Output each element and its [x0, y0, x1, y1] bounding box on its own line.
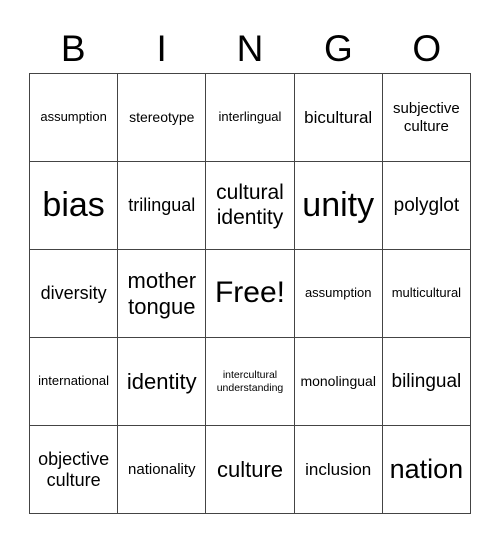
- bingo-cell[interactable]: objective culture: [30, 426, 119, 514]
- bingo-cell[interactable]: international: [30, 338, 119, 426]
- bingo-header: B I N G O: [29, 26, 471, 72]
- bingo-cell[interactable]: diversity: [30, 250, 119, 338]
- bingo-cell[interactable]: polyglot: [382, 162, 471, 250]
- bingo-cell[interactable]: multicultural: [382, 250, 471, 338]
- header-letter-i: I: [156, 28, 167, 69]
- bingo-cell[interactable]: monolingual: [294, 338, 383, 426]
- bingo-cell[interactable]: unity: [294, 162, 383, 250]
- bingo-cell[interactable]: assumption: [30, 74, 119, 162]
- bingo-cell[interactable]: identity: [118, 338, 207, 426]
- bingo-cell[interactable]: trilingual: [118, 162, 207, 250]
- bingo-cell[interactable]: intercultural understanding: [206, 338, 295, 426]
- bingo-cell[interactable]: culture: [206, 426, 295, 514]
- bingo-grid: assumption stereotype interlingual bicul…: [29, 73, 471, 514]
- bingo-cell[interactable]: nation: [382, 426, 471, 514]
- bingo-cell[interactable]: mother tongue: [118, 250, 207, 338]
- bingo-cell[interactable]: bias: [30, 162, 119, 250]
- header-letter-g: G: [324, 28, 353, 69]
- bingo-cell[interactable]: cultural identity: [206, 162, 295, 250]
- bingo-cell[interactable]: assumption: [294, 250, 383, 338]
- bingo-cell[interactable]: subjective culture: [382, 74, 471, 162]
- bingo-cell[interactable]: nationality: [118, 426, 207, 514]
- bingo-cell[interactable]: stereotype: [118, 74, 207, 162]
- bingo-cell[interactable]: interlingual: [206, 74, 295, 162]
- free-space-cell[interactable]: Free!: [206, 250, 295, 338]
- bingo-cell[interactable]: inclusion: [294, 426, 383, 514]
- header-letter-n: N: [236, 28, 264, 69]
- bingo-cell[interactable]: bicultural: [294, 74, 383, 162]
- header-letter-o: O: [412, 28, 442, 69]
- header-letter-b: B: [60, 28, 86, 69]
- bingo-cell[interactable]: bilingual: [382, 338, 471, 426]
